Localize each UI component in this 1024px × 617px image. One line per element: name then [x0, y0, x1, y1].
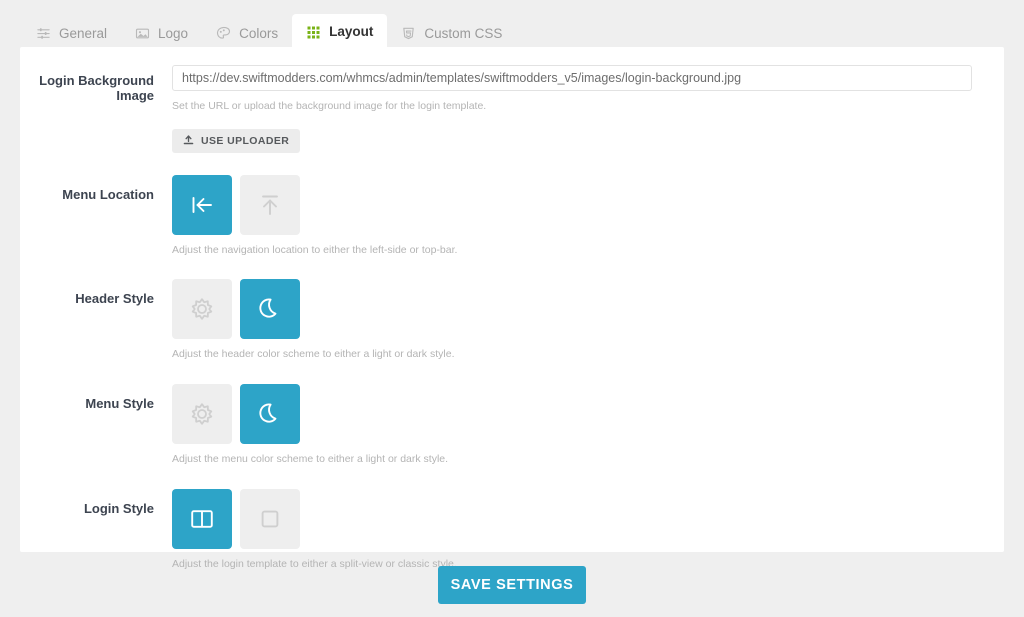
arrow-to-left-icon	[187, 190, 217, 220]
tab-colors-label: Colors	[239, 25, 279, 41]
tab-general[interactable]: General	[22, 17, 121, 50]
tab-layout[interactable]: Layout	[292, 14, 388, 50]
background-image-input[interactable]	[172, 65, 972, 91]
sliders-icon	[36, 26, 51, 41]
tab-custom-css[interactable]: Custom CSS	[387, 17, 516, 50]
arrow-to-top-icon	[255, 190, 285, 220]
field-row-background-image: Login Background Image Set the URL or up…	[20, 47, 1004, 153]
menu-location-label: Menu Location	[62, 186, 154, 202]
header-style-label: Header Style	[75, 291, 154, 307]
save-settings-button[interactable]: SAVE SETTINGS	[438, 566, 586, 604]
menu-location-options	[172, 174, 1004, 235]
palette-icon	[216, 26, 231, 41]
sun-icon	[187, 399, 217, 429]
menu-style-option-dark[interactable]	[240, 383, 300, 444]
header-style-help: Adjust the header color scheme to either…	[172, 348, 455, 361]
header-style-option-dark[interactable]	[240, 279, 300, 340]
background-image-label: Login Background Image	[39, 73, 154, 103]
menu-style-label: Menu Style	[85, 395, 154, 411]
menu-location-option-left-side[interactable]	[172, 174, 232, 235]
menu-location-help: Adjust the navigation location to either…	[172, 243, 458, 256]
upload-icon	[183, 135, 194, 146]
grid-dots-icon	[306, 25, 321, 40]
columns-icon	[187, 504, 217, 534]
login-style-option-classic[interactable]	[240, 488, 300, 549]
menu-location-option-top-bar[interactable]	[240, 174, 300, 235]
tab-custom-css-label: Custom CSS	[424, 25, 503, 41]
save-bar: SAVE SETTINGS	[0, 566, 1024, 604]
login-style-options	[172, 488, 1004, 549]
field-row-header-style: Header Style Adjust the header color sch…	[20, 257, 1004, 362]
tab-colors[interactable]: Colors	[202, 17, 292, 50]
menu-style-help: Adjust the menu color scheme to either a…	[172, 452, 449, 465]
menu-style-options	[172, 383, 1004, 444]
square-icon	[255, 504, 285, 534]
field-row-menu-location: Menu Location Adjust the navigation loca…	[20, 153, 1004, 258]
image-icon	[135, 26, 150, 41]
tab-layout-label: Layout	[329, 24, 374, 40]
use-uploader-label: USE UPLOADER	[201, 134, 290, 147]
settings-tab-bar: General Logo Colors Layout Custom CSS	[0, 0, 1024, 50]
login-style-label: Login Style	[83, 500, 154, 516]
field-row-login-style: Login Style Adjust the login template to…	[20, 467, 1004, 572]
field-row-menu-style: Menu Style Adjust the menu color scheme …	[20, 362, 1004, 467]
login-style-option-split-view[interactable]	[172, 488, 232, 549]
tab-logo[interactable]: Logo	[121, 17, 202, 50]
background-image-help: Set the URL or upload the background ima…	[172, 100, 487, 112]
use-uploader-button[interactable]: USE UPLOADER	[172, 128, 301, 153]
tab-logo-label: Logo	[158, 25, 189, 41]
menu-style-option-light[interactable]	[172, 383, 232, 444]
header-style-options	[172, 279, 1004, 340]
layout-settings-card: Login Background Image Set the URL or up…	[20, 47, 1004, 570]
tab-general-label: General	[59, 25, 108, 41]
css3-icon	[401, 26, 416, 41]
sun-icon	[187, 294, 217, 324]
moon-icon	[255, 399, 285, 429]
header-style-option-light[interactable]	[172, 279, 232, 340]
moon-icon	[255, 294, 285, 324]
